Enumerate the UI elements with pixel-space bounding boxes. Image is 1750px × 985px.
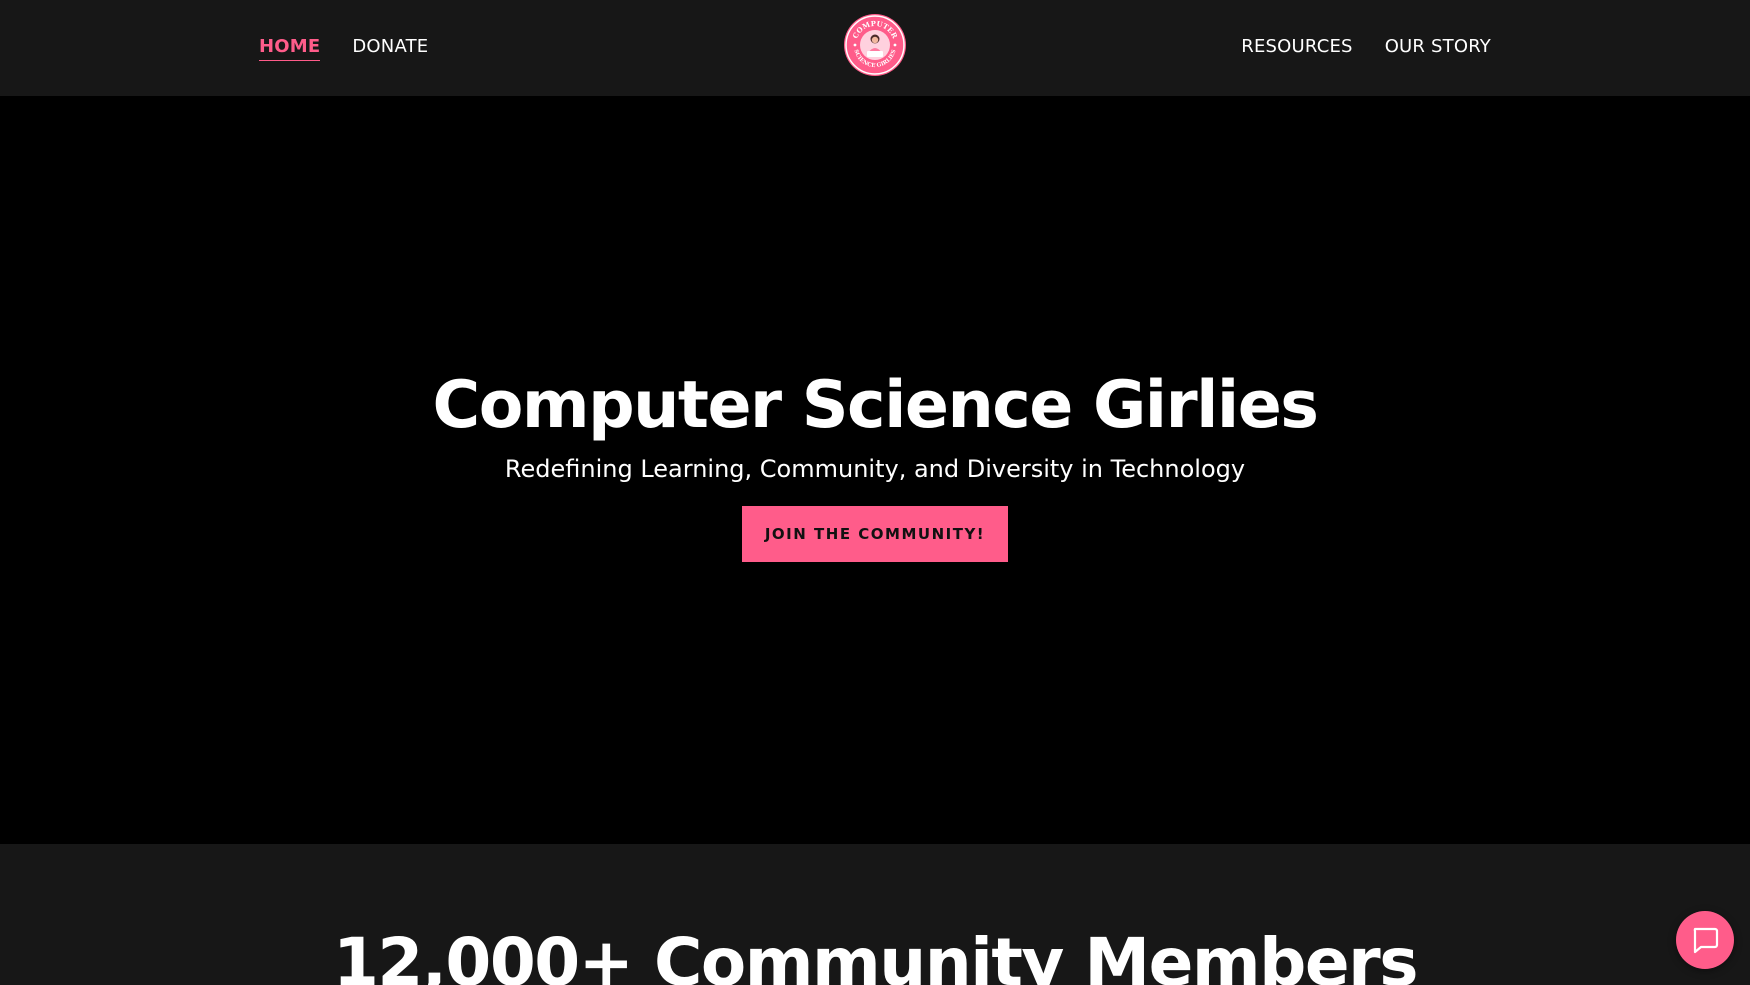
- primary-nav-left: HOME DONATE: [259, 0, 428, 96]
- stats-section: 12,000+ Community Members: [0, 844, 1750, 985]
- hero-title: Computer Science Girlies: [432, 368, 1319, 443]
- hero-subtitle: Redefining Learning, Community, and Dive…: [504, 455, 1246, 483]
- chat-button[interactable]: [1676, 911, 1734, 969]
- nav-resources-link[interactable]: RESOURCES: [1241, 36, 1352, 61]
- community-members-heading: 12,000+ Community Members: [333, 924, 1418, 985]
- logo-badge-icon: COMPUTER SCIENCE GIRLIES: [844, 14, 906, 76]
- primary-nav-right: RESOURCES OUR STORY: [1241, 0, 1491, 96]
- site-header: HOME DONATE COMPUTER SCIENCE GIRLIES RES…: [0, 0, 1750, 96]
- nav-our-story-link[interactable]: OUR STORY: [1385, 36, 1491, 61]
- nav-donate-link[interactable]: DONATE: [352, 36, 428, 61]
- site-logo[interactable]: COMPUTER SCIENCE GIRLIES: [843, 13, 907, 77]
- chat-bubble-icon: [1693, 927, 1719, 954]
- join-community-button[interactable]: JOIN THE COMMUNITY!: [742, 506, 1008, 562]
- nav-home-link[interactable]: HOME: [259, 36, 321, 61]
